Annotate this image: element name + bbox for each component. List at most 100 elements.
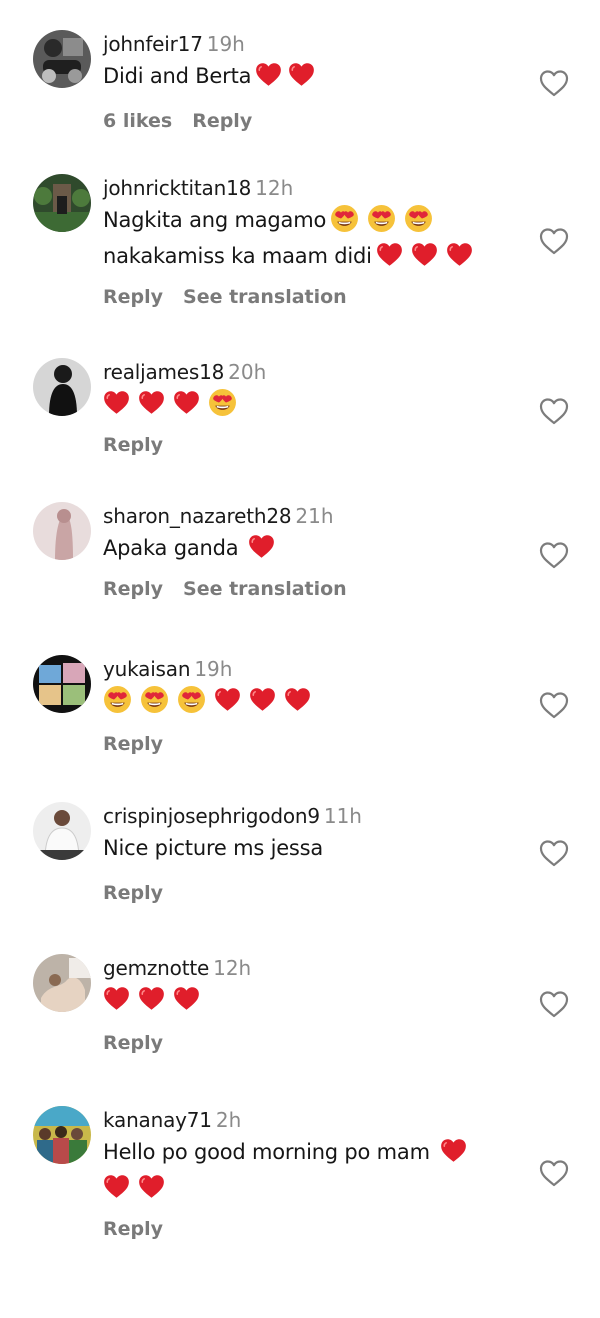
comment-header: realjames18 20h [103,358,523,386]
username[interactable]: realjames18 [103,360,224,384]
comment-actions: Reply [103,1216,523,1242]
heart-emoji-icon [255,62,282,87]
avatar[interactable] [33,30,91,88]
timestamp: 12h [213,956,252,980]
username[interactable]: sharon_nazareth28 [103,504,292,528]
comment-text: Hello po good morning po mam [103,1134,523,1170]
username[interactable]: yukaisan [103,657,191,681]
comment-header: johnricktitan18 12h [103,174,523,202]
like-heart-icon[interactable] [538,540,570,570]
avatar[interactable] [33,954,91,1012]
comment-text: Didi and Berta [103,58,523,94]
comment-actions: Reply [103,731,523,757]
like-heart-icon[interactable] [538,1158,570,1188]
avatar[interactable] [33,174,91,232]
username[interactable]: gemznotte [103,956,209,980]
avatar[interactable] [33,358,91,416]
comment-actions: Reply [103,1030,523,1056]
reply-button[interactable]: Reply [103,1218,163,1240]
see-translation-button[interactable]: See translation [183,286,347,308]
smiling-face-hearts-emoji-icon [177,685,206,714]
timestamp: 11h [323,804,362,828]
timestamp: 12h [255,176,294,200]
comment-body: yukaisan 19h Reply [103,655,523,757]
comment-actions: Reply [103,432,523,458]
smiling-face-hearts-emoji-icon [367,204,396,233]
reply-button[interactable]: Reply [192,110,252,132]
comment-header: kananay71 2h [103,1106,523,1134]
username[interactable]: crispinjosephrigodon9 [103,804,320,828]
comment-actions: Reply See translation [103,284,523,310]
timestamp: 19h [194,657,233,681]
comment-header: sharon_nazareth28 21h [103,502,523,530]
heart-emoji-icon [138,986,165,1011]
heart-emoji-icon [103,986,130,1011]
timestamp: 20h [228,360,267,384]
comment-body: johnricktitan18 12h Nagkita ang magamo na… [103,174,523,310]
comment-text [103,683,523,719]
reply-button[interactable]: Reply [103,1032,163,1054]
heart-emoji-icon [138,390,165,415]
avatar[interactable] [33,655,91,713]
comment-text: Apaka ganda [103,530,523,566]
comment-body: sharon_nazareth28 21h Apaka ganda Reply Se… [103,502,523,602]
reply-button[interactable]: Reply [103,286,163,308]
smiling-face-hearts-emoji-icon [140,685,169,714]
username[interactable]: johnfeir17 [103,32,203,56]
heart-emoji-icon [103,1174,130,1199]
timestamp: 2h [215,1108,242,1132]
comment-text-content: Nagkita ang magamo [103,208,327,232]
see-translation-button[interactable]: See translation [183,578,347,600]
comment-text-content: Nice picture ms jessa [103,836,324,860]
heart-emoji-icon [248,534,275,559]
heart-emoji-icon [173,986,200,1011]
comment-text [103,982,523,1018]
comment-text: Nagkita ang magamo [103,202,523,238]
reply-button[interactable]: Reply [103,578,163,600]
username[interactable]: johnricktitan18 [103,176,251,200]
heart-emoji-icon [138,1174,165,1199]
like-heart-icon[interactable] [538,226,570,256]
comment-actions: 6 likes Reply [103,108,523,134]
comment-body: johnfeir17 19h Didi and Berta 6 likes Repl… [103,30,523,134]
comment-text: Nice picture ms jessa [103,830,523,866]
comment-text [103,386,523,422]
heart-emoji-icon [214,687,241,712]
username[interactable]: kananay71 [103,1108,212,1132]
comment-text-content: Apaka ganda [103,536,239,560]
likes-count[interactable]: 6 likes [103,110,172,132]
comment-header: johnfeir17 19h [103,30,523,58]
like-heart-icon[interactable] [538,396,570,426]
heart-emoji-icon [446,242,473,267]
comment-body: crispinjosephrigodon9 11h Nice picture ms… [103,802,523,906]
comment-header: yukaisan 19h [103,655,523,683]
timestamp: 19h [206,32,245,56]
avatar[interactable] [33,502,91,560]
like-heart-icon[interactable] [538,989,570,1019]
heart-emoji-icon [376,242,403,267]
smiling-face-hearts-emoji-icon [103,685,132,714]
heart-emoji-icon [440,1138,467,1163]
heart-emoji-icon [173,390,200,415]
comment-actions: Reply See translation [103,576,523,602]
comment-text-content: Didi and Berta [103,64,252,88]
comment-body: kananay71 2h Hello po good morning po mam… [103,1106,523,1242]
like-heart-icon[interactable] [538,690,570,720]
reply-button[interactable]: Reply [103,434,163,456]
like-heart-icon[interactable] [538,838,570,868]
comment-text-line2: nakakamiss ka maam didi [103,238,523,274]
heart-emoji-icon [249,687,276,712]
reply-button[interactable]: Reply [103,733,163,755]
comment-header: crispinjosephrigodon9 11h [103,802,523,830]
comment-text-content: Hello po good morning po mam [103,1140,430,1164]
comment-text-line2 [103,1170,523,1206]
smiling-face-hearts-emoji-icon [330,204,359,233]
avatar[interactable] [33,1106,91,1164]
smiling-face-hearts-emoji-icon [208,388,237,417]
like-heart-icon[interactable] [538,68,570,98]
avatar[interactable] [33,802,91,860]
heart-emoji-icon [288,62,315,87]
comment-header: gemznotte 12h [103,954,523,982]
reply-button[interactable]: Reply [103,882,163,904]
heart-emoji-icon [411,242,438,267]
